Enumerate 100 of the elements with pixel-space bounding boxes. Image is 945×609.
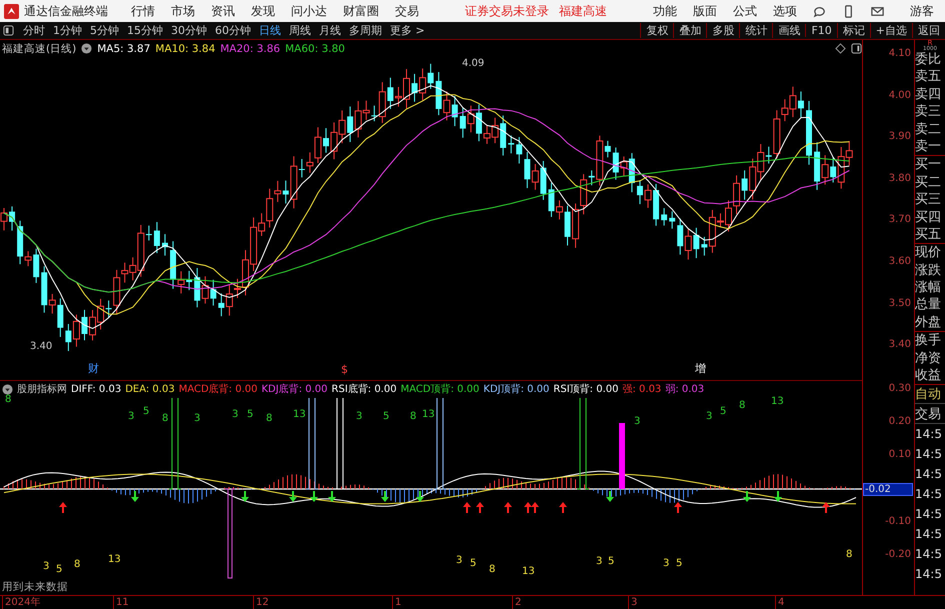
up-arrow-icon xyxy=(822,502,830,513)
quote-label: 涨幅 xyxy=(915,279,942,296)
menu-item[interactable]: 发现 xyxy=(244,2,282,20)
date-tick: 2024年 xyxy=(2,596,40,609)
indicator-value: 弱: 0.03 xyxy=(665,383,704,396)
signal-number: 5 xyxy=(383,411,390,423)
signal-number: 5 xyxy=(470,558,476,570)
signal-number: 13 xyxy=(422,409,435,421)
menu-item[interactable]: 公式 xyxy=(726,2,764,20)
panel-toggle-icon[interactable] xyxy=(3,25,14,36)
side-tab[interactable]: 交易 xyxy=(915,404,945,424)
indicator-value: DIFF: 0.03 xyxy=(71,384,122,395)
down-arrow-icon xyxy=(381,491,389,502)
trade-time: 14:5 xyxy=(915,546,943,564)
toolbar-button[interactable]: 返回 xyxy=(912,23,945,38)
low-price-label: 3.40 xyxy=(30,340,52,352)
period-tab[interactable]: 月线 xyxy=(315,23,345,38)
period-tab[interactable]: 1分钟 xyxy=(49,23,86,38)
price-tick: 3.70 xyxy=(888,214,911,226)
menu-item[interactable]: 市场 xyxy=(164,2,202,20)
menu-item[interactable]: 行情 xyxy=(124,2,162,20)
menu-item[interactable]: 资讯 xyxy=(204,2,242,20)
ma-value: MA10: 3.84 xyxy=(155,42,216,55)
toolbar-button[interactable]: 复权 xyxy=(640,23,674,38)
ma-value: MA20: 3.86 xyxy=(220,42,280,55)
trade-time: 14:5 xyxy=(915,526,943,544)
indicator-tick: -0.20 xyxy=(885,549,911,560)
quote-label: 买一 xyxy=(915,155,945,174)
up-arrow-icon xyxy=(559,502,567,513)
quote-label: 卖五 xyxy=(915,68,942,86)
period-tab[interactable]: 周线 xyxy=(285,23,315,38)
down-arrow-icon xyxy=(328,491,336,502)
toolbar-button[interactable]: +自选 xyxy=(870,23,912,38)
period-tab[interactable]: 更多 > xyxy=(386,23,429,38)
quote-label: 卖二 xyxy=(915,120,942,138)
menu-item[interactable]: 选项 xyxy=(766,2,804,20)
panel-toggle-icon[interactable] xyxy=(851,43,862,54)
date-tick: 4 xyxy=(775,596,784,609)
menu-item[interactable]: 版面 xyxy=(686,2,724,20)
period-tab[interactable]: 15分钟 xyxy=(123,23,167,38)
toolbar-button[interactable]: 叠加 xyxy=(673,23,706,38)
period-tab[interactable]: 分时 xyxy=(19,23,49,38)
quote-label: 买四 xyxy=(915,208,942,226)
quote-label: 总量 xyxy=(915,296,942,314)
signal-number: 8 xyxy=(162,413,168,425)
up-arrow-icon xyxy=(463,502,471,513)
settings-icon[interactable] xyxy=(2,384,13,395)
toolbar-button[interactable]: 标记 xyxy=(836,23,870,38)
quote-label: 买二 xyxy=(915,174,942,192)
quote-label: 涨跌 xyxy=(915,262,942,280)
up-arrow-icon xyxy=(476,502,484,513)
signal-number: 3 xyxy=(663,558,670,570)
toolbar-button[interactable]: F10 xyxy=(805,24,837,37)
indicator-value: 强: 0.03 xyxy=(622,383,662,396)
indicator-tick: 0.20 xyxy=(888,416,911,428)
user-button[interactable]: 游客 xyxy=(903,2,941,20)
signal-number: 3 xyxy=(194,413,200,425)
toolbar-button[interactable]: 统计 xyxy=(739,23,772,38)
signal-number: 5 xyxy=(56,564,62,576)
event-marker: $ xyxy=(341,362,348,376)
quote-label: 卖四 xyxy=(915,86,942,104)
quote-label: 卖一 xyxy=(915,138,942,156)
period-tab[interactable]: 日线 xyxy=(255,23,285,38)
signal-number: 13 xyxy=(771,396,784,408)
side-tab[interactable]: 自动 xyxy=(915,384,945,404)
menu-item[interactable]: 交易 xyxy=(388,2,426,20)
signal-number: 3 xyxy=(456,555,462,567)
menu-item[interactable]: 问小达 xyxy=(284,2,334,20)
period-tab[interactable]: 5分钟 xyxy=(86,23,123,38)
toolbar-button[interactable]: 画线 xyxy=(772,23,806,38)
period-tab[interactable]: 60分钟 xyxy=(211,23,255,38)
menu-item[interactable]: 功能 xyxy=(646,2,684,20)
trade-time: 14:5 xyxy=(915,466,943,484)
signal-number: 3 xyxy=(128,411,134,423)
signal-number: 8 xyxy=(266,413,272,425)
indicator-value: KDJ顶背: 0.00 xyxy=(483,382,550,396)
quote-label: 买三 xyxy=(915,191,942,209)
period-tab[interactable]: 多周期 xyxy=(345,23,386,38)
down-arrow-icon xyxy=(289,491,297,502)
quote-label: 收益 xyxy=(915,367,942,384)
indicator-tick: 0.30 xyxy=(888,383,911,394)
high-price-label: 4.09 xyxy=(462,58,484,68)
signal-number: 3 xyxy=(706,411,712,423)
price-tick: 3.80 xyxy=(888,172,911,184)
price-tick: 4.10 xyxy=(888,48,911,59)
settings-icon[interactable] xyxy=(81,43,92,54)
up-arrow-icon xyxy=(504,502,512,513)
down-arrow-icon xyxy=(774,491,782,502)
menu-item[interactable]: 财富圈 xyxy=(336,2,386,20)
indicator-value: MACD底背: 0.00 xyxy=(178,382,258,396)
quote-label: 委比 xyxy=(915,51,942,68)
diamond-icon[interactable] xyxy=(835,43,846,54)
signal-number: 3 xyxy=(43,561,50,573)
signal-number: 3 xyxy=(356,411,362,423)
signal-number: 8 xyxy=(489,564,496,576)
price-tick: 3.50 xyxy=(888,298,911,309)
period-tab[interactable]: 30分钟 xyxy=(167,23,211,38)
quote-label: 换手 xyxy=(915,331,945,350)
up-arrow-icon xyxy=(59,502,67,513)
toolbar-button[interactable]: 多股 xyxy=(706,23,740,38)
